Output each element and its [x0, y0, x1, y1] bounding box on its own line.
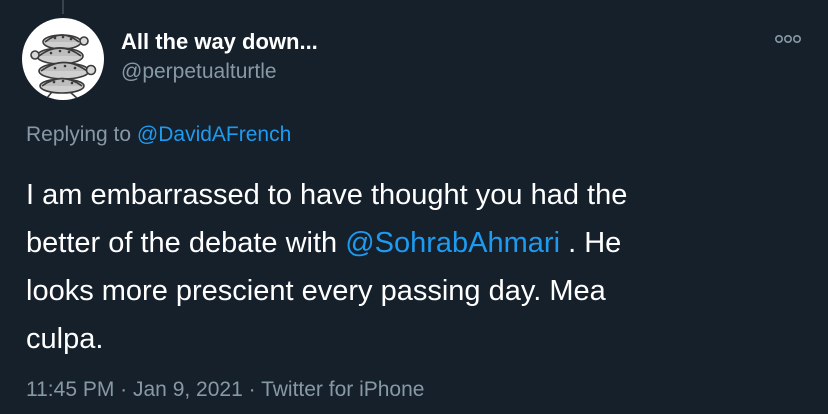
- meta-separator: ·: [242, 378, 262, 401]
- tweet-text: I am embarrassed to have thought you had…: [26, 171, 796, 363]
- turtle-stack-icon: [30, 34, 97, 100]
- thread-connector-line: [62, 0, 64, 14]
- replying-to: Replying to @DavidAFrench: [26, 121, 291, 149]
- tweet-source-link[interactable]: Twitter for iPhone: [261, 378, 424, 401]
- mention-link[interactable]: @SohrabAhmari: [345, 227, 560, 259]
- tweet-text-line: looks more prescient every passing day. …: [26, 275, 606, 307]
- tweet-text-line: culpa.: [26, 323, 104, 355]
- tweet-text-segment: better of the debate with: [26, 227, 346, 259]
- more-options-icon: [774, 35, 801, 44]
- tweet-text-segment: . He: [560, 227, 622, 259]
- more-options-button[interactable]: [774, 31, 802, 47]
- tweet-text-line: better of the debate with @SohrabAhmari …: [26, 219, 796, 267]
- meta-separator: ·: [114, 378, 133, 401]
- tweet-metadata: 11:45 PM · Jan 9, 2021 · Twitter for iPh…: [26, 376, 424, 404]
- tweet-time[interactable]: 11:45 PM: [26, 378, 114, 401]
- avatar[interactable]: [22, 18, 104, 100]
- tweet-text-line: I am embarrassed to have thought you had…: [26, 179, 628, 211]
- replying-to-label: Replying to: [26, 123, 137, 146]
- author-handle[interactable]: @perpetualturtle: [121, 58, 277, 86]
- replying-to-mention-link[interactable]: @DavidAFrench: [137, 123, 291, 146]
- tweet-date[interactable]: Jan 9, 2021: [133, 378, 243, 401]
- author-display-name[interactable]: All the way down...: [121, 28, 318, 56]
